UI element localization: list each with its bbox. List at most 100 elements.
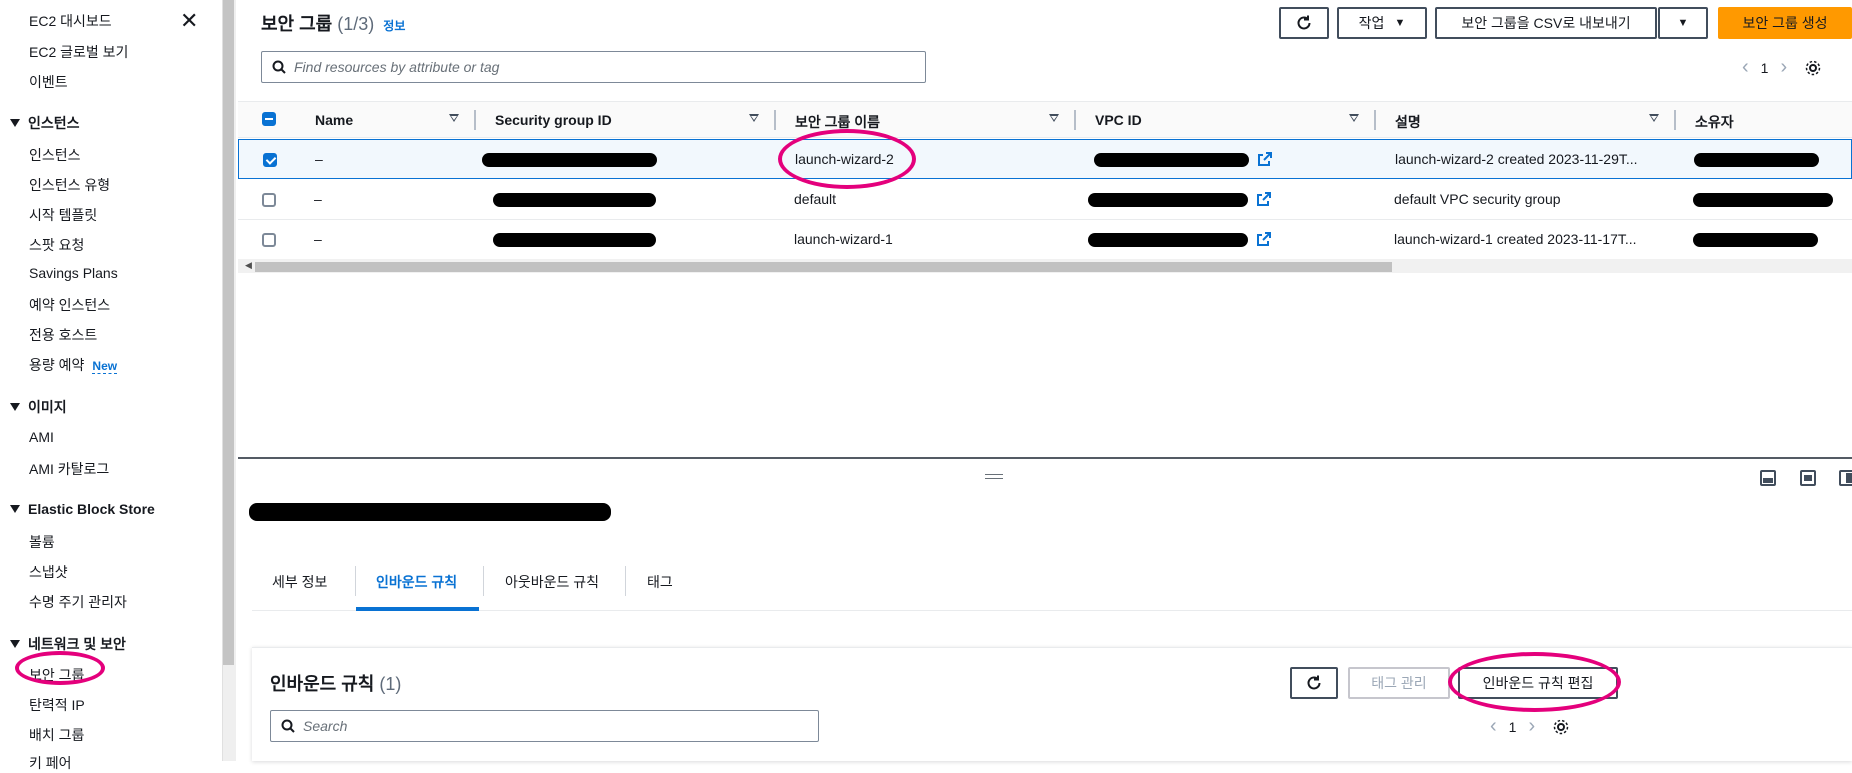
sidebar-section-images[interactable]: 이미지: [10, 397, 67, 417]
row-checkbox[interactable]: [262, 233, 276, 247]
section-title: Elastic Block Store: [28, 501, 155, 517]
sidebar-item-ec2-global-view[interactable]: EC2 글로벌 보기: [29, 42, 128, 62]
new-badge: New: [92, 359, 118, 374]
sidebar-item-capacity-reservations[interactable]: 용량 예약 New: [29, 355, 118, 375]
settings-gear-icon[interactable]: [1553, 719, 1569, 735]
sidebar-item-events[interactable]: 이벤트: [29, 72, 68, 92]
row-checkbox[interactable]: [263, 153, 277, 167]
export-csv-button[interactable]: 보안 그룹을 CSV로 내보내기: [1435, 7, 1657, 39]
sidebar-item-ami-catalog[interactable]: AMI 카탈로그: [29, 459, 109, 479]
panel-side-icon[interactable]: [1800, 470, 1816, 486]
sidebar-item-placement-groups[interactable]: 배치 그룹: [29, 725, 84, 745]
chevron-right-icon[interactable]: ›: [1528, 715, 1535, 738]
column-header-security-group-id[interactable]: Security group ID: [495, 112, 612, 128]
sidebar-item-ec2-dashboard[interactable]: EC2 대시보드: [29, 11, 112, 31]
manage-tags-button[interactable]: 태그 관리: [1348, 667, 1450, 699]
resize-grip-icon[interactable]: [985, 474, 1003, 475]
tab-details[interactable]: 세부 정보: [272, 572, 327, 592]
resize-grip-icon[interactable]: [985, 478, 1003, 479]
sidebar-scrollbar-thumb[interactable]: [223, 0, 234, 665]
column-resizer[interactable]: [1074, 110, 1076, 130]
column-header-vpc-id[interactable]: VPC ID: [1095, 112, 1142, 128]
redacted-owner: [1693, 193, 1833, 207]
sidebar-item-elastic-ips[interactable]: 탄력적 IP: [29, 695, 85, 715]
sidebar-item-label: 용량 예약: [29, 357, 85, 373]
search-input[interactable]: Find resources by attribute or tag: [261, 51, 926, 83]
cell-group-name: default: [794, 191, 837, 207]
caret-down-icon: ▼: [1677, 17, 1689, 29]
sidebar-section-network-security[interactable]: 네트워크 및 보안: [10, 634, 126, 654]
panel-bottom-icon[interactable]: [1760, 470, 1776, 486]
tab-outbound-rules[interactable]: 아웃바운드 규칙: [505, 572, 599, 592]
sidebar-section-instances[interactable]: 인스턴스: [10, 113, 80, 133]
sidebar: ✕ EC2 대시보드 EC2 글로벌 보기 이벤트 인스턴스 인스턴스 인스턴스…: [0, 0, 222, 771]
settings-gear-icon[interactable]: [1805, 60, 1821, 76]
sidebar-item-reserved-instances[interactable]: 예약 인스턴스: [29, 295, 110, 315]
chevron-left-icon[interactable]: ‹: [1742, 56, 1749, 79]
table-hscroll-thumb[interactable]: [255, 262, 1392, 272]
external-link-icon[interactable]: [1257, 192, 1271, 206]
inbound-search-input[interactable]: Search: [270, 710, 819, 742]
chevron-right-icon[interactable]: ›: [1780, 56, 1787, 79]
sidebar-item-volumes[interactable]: 볼륨: [29, 532, 55, 552]
refresh-button[interactable]: [1279, 7, 1329, 39]
tab-bar-border: [252, 610, 1852, 611]
sort-icon[interactable]: [749, 114, 759, 122]
external-link-icon[interactable]: [1257, 232, 1271, 246]
sort-icon[interactable]: [1649, 114, 1659, 122]
page-number[interactable]: 1: [1761, 60, 1769, 76]
table-row[interactable]: – default default VPC security group: [238, 180, 1852, 220]
column-resizer[interactable]: [774, 110, 776, 130]
sidebar-item-key-pairs[interactable]: 키 페어: [29, 753, 72, 773]
sort-icon[interactable]: [1049, 114, 1059, 122]
export-label: 보안 그룹을 CSV로 내보내기: [1461, 15, 1631, 31]
section-title: 네트워크 및 보안: [28, 636, 126, 652]
sidebar-section-ebs[interactable]: Elastic Block Store: [10, 501, 155, 517]
table-row[interactable]: – launch-wizard-2 launch-wizard-2 create…: [238, 139, 1852, 179]
scroll-left-arrow-icon[interactable]: ◀: [245, 260, 252, 271]
redacted-security-group-id: [493, 233, 656, 247]
column-header-name[interactable]: Name: [315, 112, 353, 128]
create-security-group-button[interactable]: 보안 그룹 생성: [1718, 7, 1852, 39]
sort-icon[interactable]: [1349, 114, 1359, 122]
tab-inbound-rules[interactable]: 인바운드 규칙: [376, 572, 457, 592]
page-number[interactable]: 1: [1509, 719, 1517, 735]
split-panel-divider[interactable]: [238, 457, 1852, 459]
chevron-left-icon[interactable]: ‹: [1490, 715, 1497, 738]
sidebar-item-lifecycle-manager[interactable]: 수명 주기 관리자: [29, 592, 127, 612]
column-resizer[interactable]: [1374, 110, 1376, 130]
column-header-description[interactable]: 설명: [1395, 112, 1421, 132]
select-all-checkbox[interactable]: [262, 112, 276, 126]
sidebar-item-security-groups[interactable]: 보안 그룹: [29, 665, 84, 685]
sidebar-item-dedicated-hosts[interactable]: 전용 호스트: [29, 325, 97, 345]
sort-icon[interactable]: [449, 114, 459, 122]
row-checkbox[interactable]: [262, 193, 276, 207]
tab-separator: [483, 566, 484, 596]
manage-tags-label: 태그 관리: [1371, 675, 1427, 691]
create-label: 보안 그룹 생성: [1742, 15, 1828, 31]
column-header-group-name[interactable]: 보안 그룹 이름: [795, 112, 880, 132]
column-resizer[interactable]: [474, 110, 476, 130]
column-resizer[interactable]: [1674, 110, 1676, 130]
info-link[interactable]: 정보: [383, 19, 405, 33]
inbound-refresh-button[interactable]: [1290, 667, 1338, 699]
refresh-icon: [1307, 675, 1321, 690]
edit-inbound-rules-button[interactable]: 인바운드 규칙 편집: [1458, 667, 1618, 699]
table-row[interactable]: – launch-wizard-1 launch-wizard-1 create…: [238, 220, 1852, 260]
sidebar-item-savings-plans[interactable]: Savings Plans: [29, 265, 118, 281]
export-dropdown-button[interactable]: ▼: [1658, 7, 1708, 39]
sidebar-item-instances[interactable]: 인스턴스: [29, 145, 81, 165]
close-icon[interactable]: ✕: [180, 10, 198, 32]
sidebar-item-instance-types[interactable]: 인스턴스 유형: [29, 175, 110, 195]
external-link-icon[interactable]: [1258, 152, 1272, 166]
panel-full-icon[interactable]: [1839, 470, 1852, 486]
sidebar-item-launch-templates[interactable]: 시작 템플릿: [29, 205, 97, 225]
column-header-owner[interactable]: 소유자: [1695, 112, 1734, 132]
actions-button[interactable]: 작업 ▼: [1337, 7, 1427, 39]
redacted-vpc-id: [1088, 193, 1248, 207]
sidebar-item-spot-requests[interactable]: 스팟 요청: [29, 235, 84, 255]
tab-tags[interactable]: 태그: [647, 572, 673, 592]
sidebar-item-ami[interactable]: AMI: [29, 429, 54, 445]
section-title: 이미지: [28, 399, 67, 415]
sidebar-item-snapshots[interactable]: 스냅샷: [29, 562, 68, 582]
